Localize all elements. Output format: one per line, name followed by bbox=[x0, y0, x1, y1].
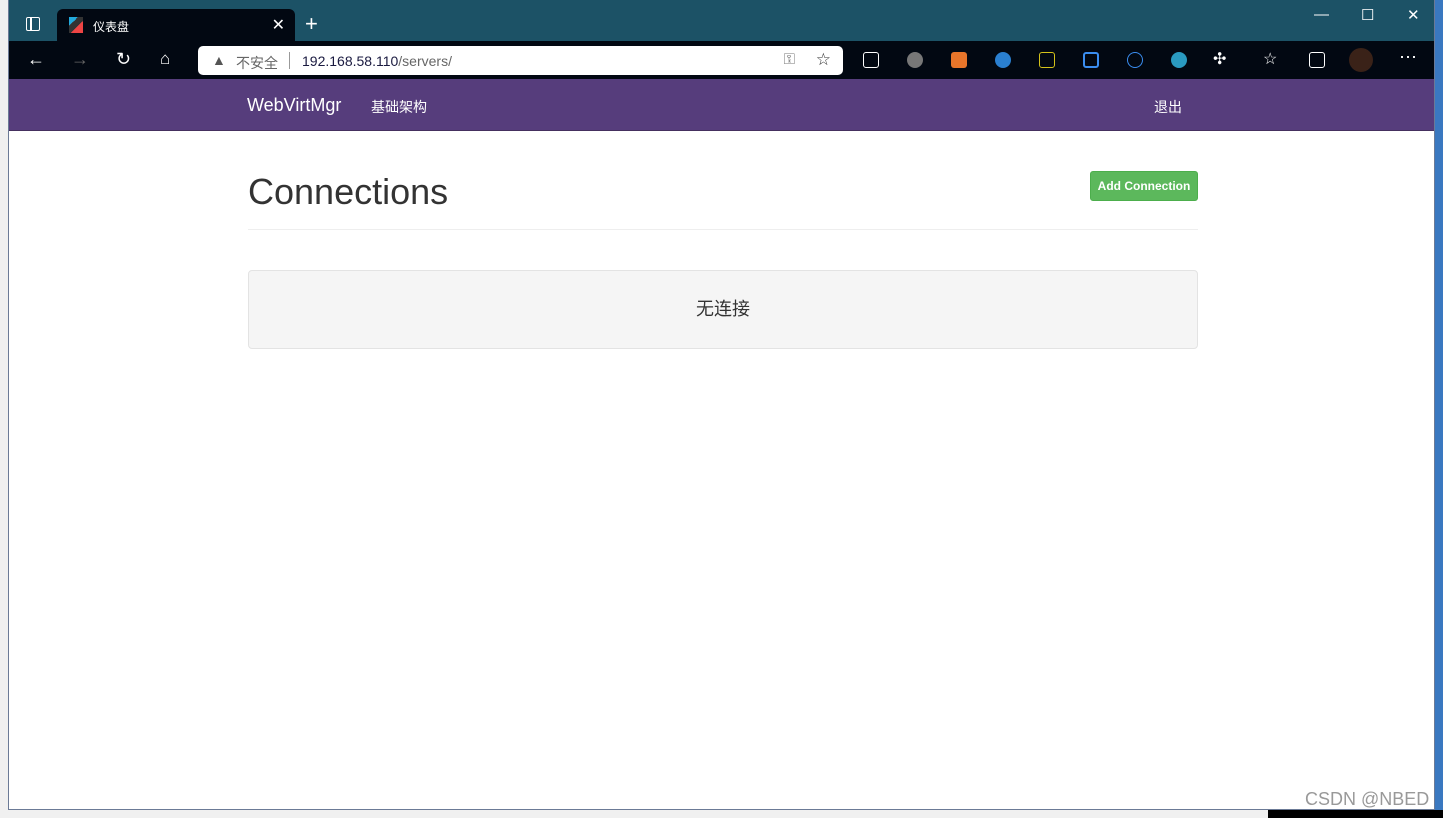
extension-icon[interactable] bbox=[951, 52, 967, 68]
close-window-icon[interactable]: ✕ bbox=[1407, 6, 1420, 24]
favorites-icon[interactable]: ☆ bbox=[1263, 49, 1277, 69]
taskbar-fragment bbox=[1268, 810, 1443, 818]
navbar: WebVirtMgr 基础架构 退出 bbox=[9, 79, 1434, 131]
extensions-puzzle-icon[interactable]: ✣ bbox=[1213, 49, 1226, 69]
not-secure-label: 不安全 bbox=[236, 55, 278, 71]
extension-icon[interactable] bbox=[1127, 52, 1143, 68]
browser-window: 仪表盘 ✕ + — ☐ ✕ ← → ↻ ⌂ ▲ 不安全 192.168.58.1… bbox=[8, 0, 1435, 810]
extension-icon[interactable] bbox=[907, 52, 923, 68]
warning-icon: ▲ bbox=[212, 52, 226, 68]
page-title: Connections bbox=[248, 171, 449, 212]
tab-dashboard[interactable]: 仪表盘 ✕ bbox=[57, 9, 295, 41]
tab-actions-icon[interactable] bbox=[26, 17, 40, 31]
logout-link[interactable]: 退出 bbox=[1154, 97, 1182, 117]
extension-icon[interactable] bbox=[1083, 52, 1099, 68]
favicon-icon bbox=[69, 17, 83, 33]
extension-icon[interactable] bbox=[995, 52, 1011, 68]
address-bar[interactable]: ▲ 不安全 192.168.58.110/servers/ ⚿ ☆ bbox=[198, 46, 843, 75]
close-tab-icon[interactable]: ✕ bbox=[272, 15, 285, 35]
collections-icon[interactable] bbox=[1309, 52, 1325, 68]
watermark: CSDN @NBED bbox=[1305, 789, 1430, 809]
minimize-icon[interactable]: — bbox=[1314, 6, 1329, 23]
nav-infrastructure[interactable]: 基础架构 bbox=[371, 97, 427, 117]
url-path: /servers/ bbox=[398, 53, 452, 69]
brand-link[interactable]: WebVirtMgr bbox=[247, 95, 341, 116]
url-host: 192.168.58.110 bbox=[302, 53, 399, 69]
extension-icon[interactable] bbox=[863, 52, 879, 68]
empty-message: 无连接 bbox=[248, 270, 1198, 349]
new-tab-icon[interactable]: + bbox=[305, 11, 318, 37]
more-icon[interactable]: ⋯ bbox=[1399, 47, 1417, 68]
key-icon[interactable]: ⚿ bbox=[784, 51, 795, 68]
home-icon[interactable]: ⌂ bbox=[160, 49, 170, 69]
title-bar: 仪表盘 ✕ + — ☐ ✕ bbox=[9, 0, 1434, 41]
avatar[interactable] bbox=[1349, 48, 1373, 72]
desktop-background bbox=[1435, 0, 1443, 818]
maximize-icon[interactable]: ☐ bbox=[1361, 6, 1374, 24]
forward-icon[interactable]: → bbox=[71, 49, 89, 70]
extension-icon[interactable] bbox=[1039, 52, 1055, 68]
url-text[interactable]: 192.168.58.110/servers/ bbox=[302, 53, 452, 69]
refresh-icon[interactable]: ↻ bbox=[116, 49, 131, 70]
add-connection-button[interactable]: Add Connection bbox=[1090, 171, 1198, 201]
tab-title: 仪表盘 bbox=[93, 20, 130, 34]
extension-icon[interactable] bbox=[1171, 52, 1187, 68]
divider bbox=[289, 52, 290, 69]
add-favorite-icon[interactable]: ☆ bbox=[816, 50, 831, 70]
divider bbox=[248, 229, 1198, 230]
back-icon[interactable]: ← bbox=[27, 49, 45, 70]
browser-toolbar: ← → ↻ ⌂ ▲ 不安全 192.168.58.110/servers/ ⚿ … bbox=[9, 41, 1434, 79]
